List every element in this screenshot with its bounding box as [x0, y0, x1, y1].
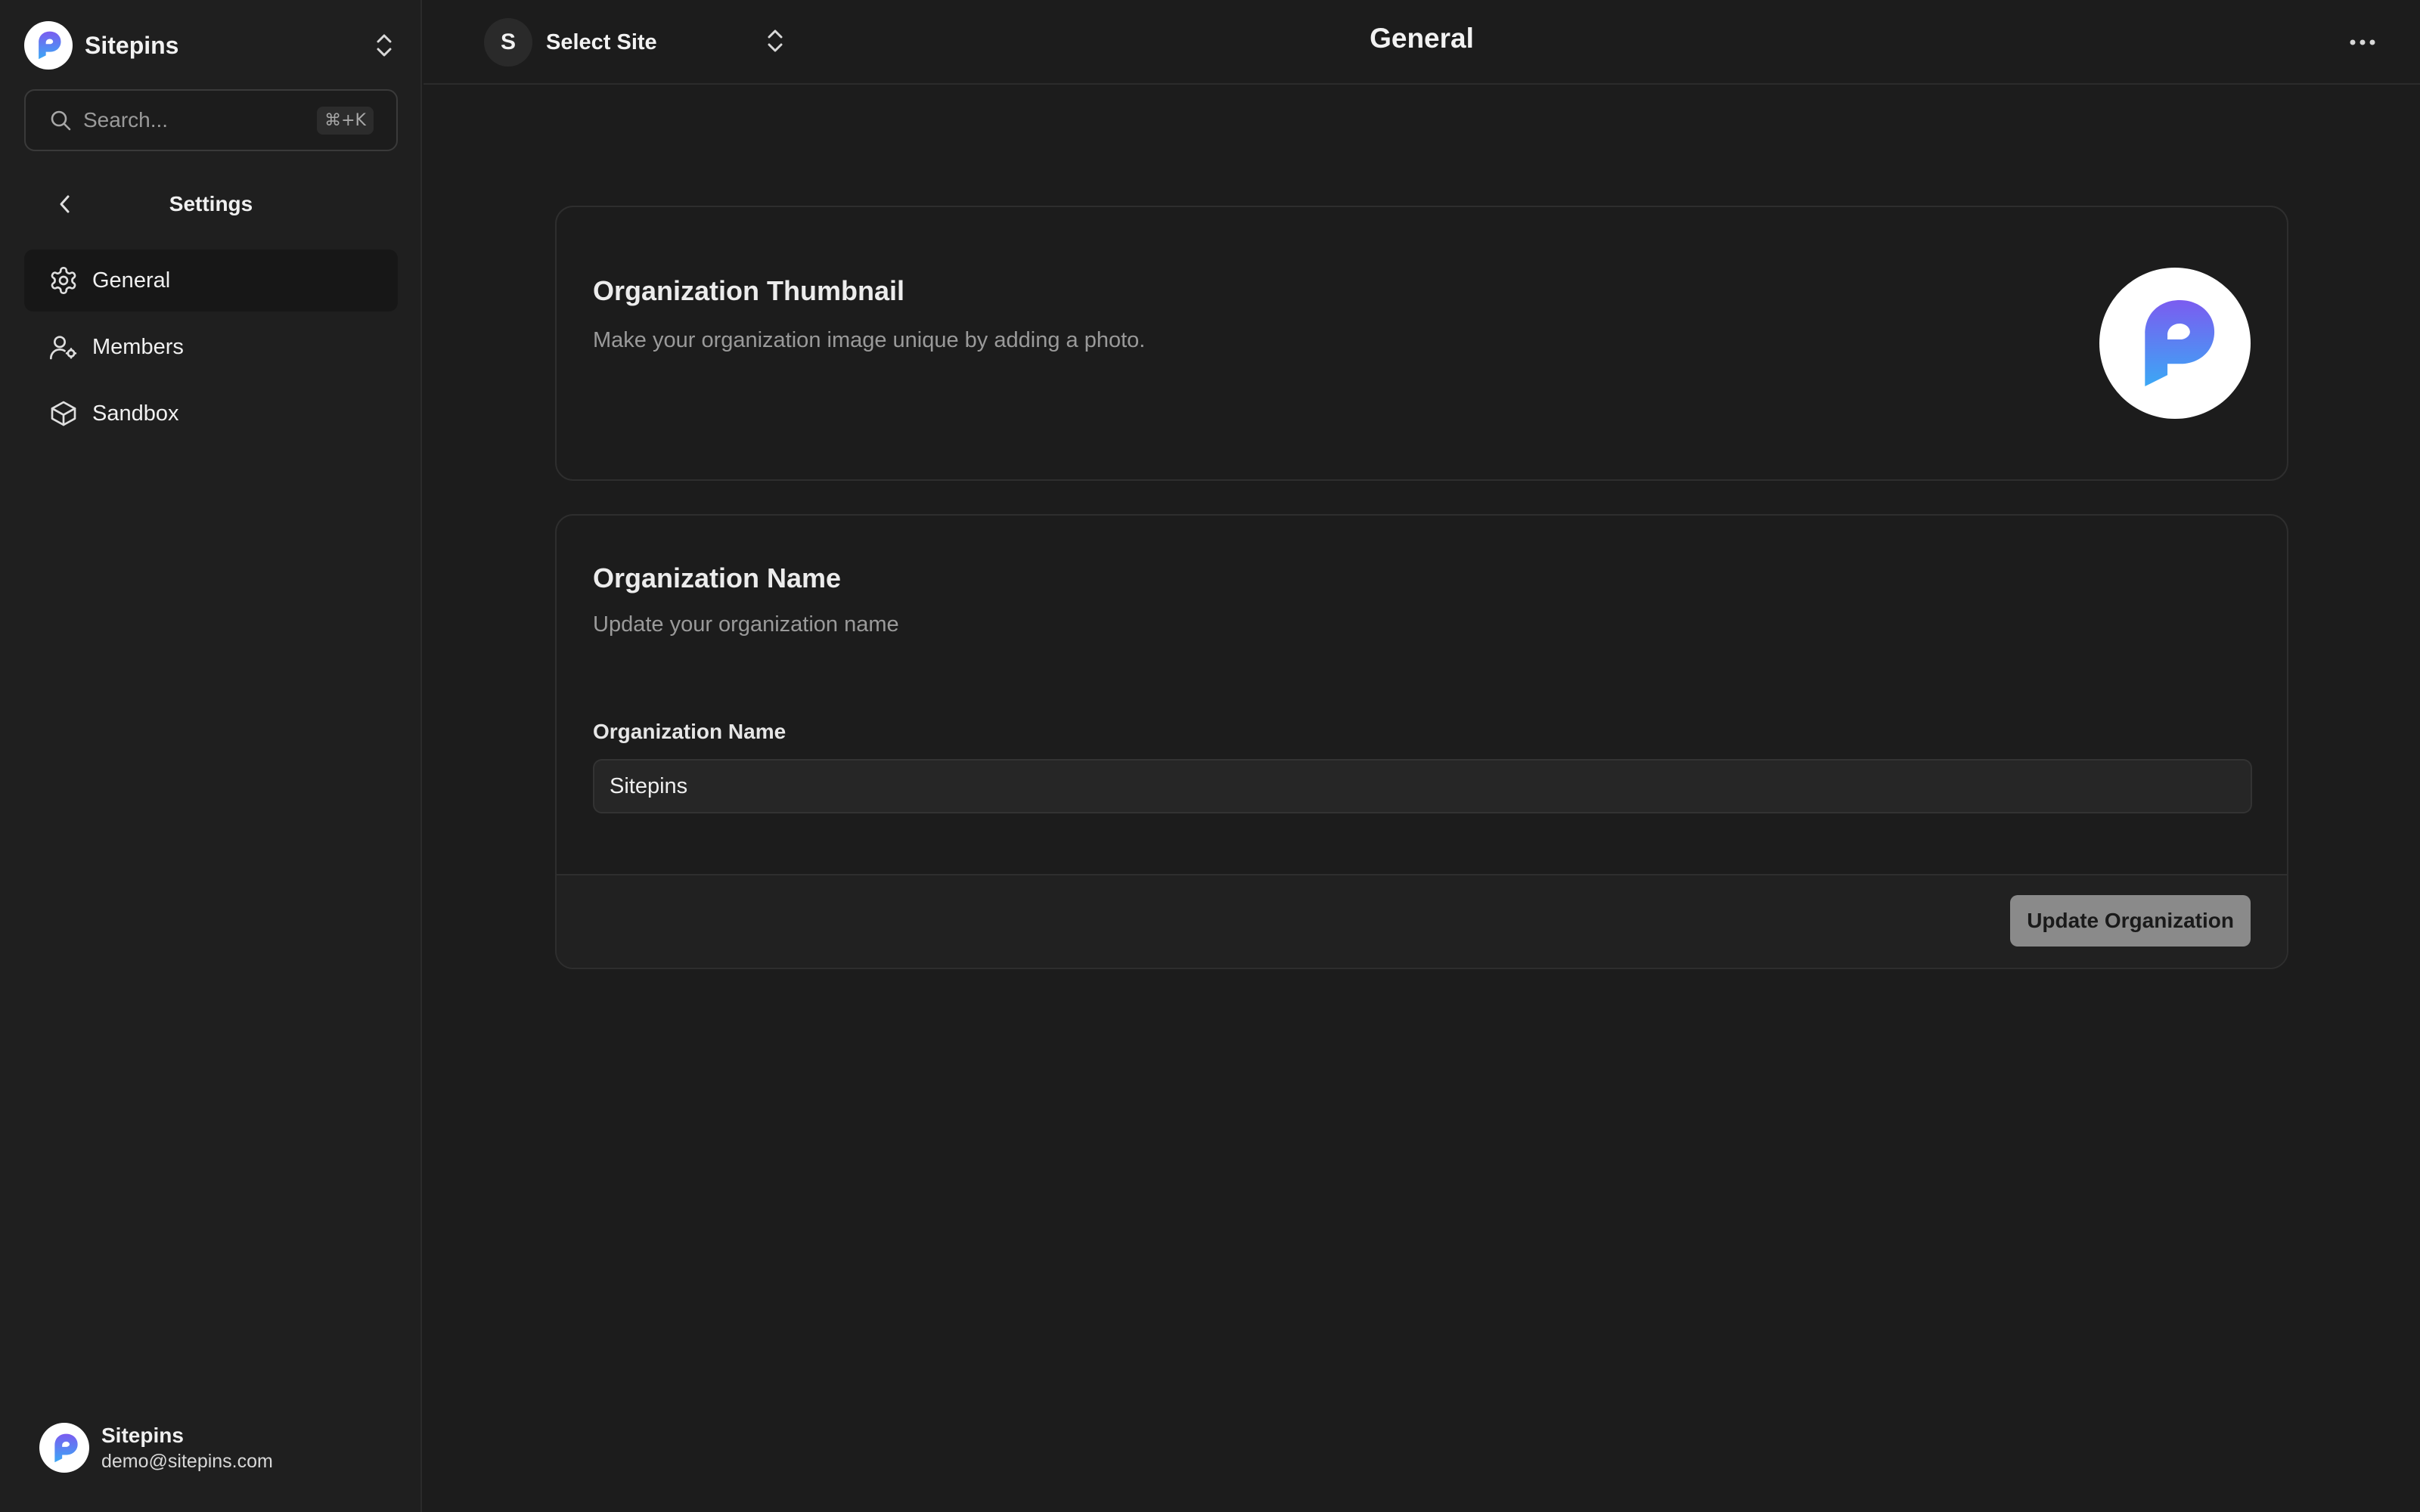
org-name: Sitepins: [85, 31, 179, 59]
chevron-left-icon[interactable]: [51, 191, 79, 218]
user-name: Sitepins: [101, 1423, 184, 1447]
card-description: Update your organization name: [593, 612, 899, 637]
organization-name-input[interactable]: [593, 759, 2252, 813]
org-switcher[interactable]: Sitepins: [24, 20, 398, 71]
sidebar-item-label: General: [92, 268, 171, 293]
settings-title: Settings: [169, 192, 253, 215]
user-settings-icon: [50, 336, 77, 360]
chevron-up-down-icon[interactable]: [371, 30, 398, 60]
update-organization-button[interactable]: Update Organization: [2010, 895, 2251, 947]
sidebar-item-sandbox[interactable]: Sandbox: [24, 383, 398, 445]
sidebar: Sitepins Search... ⌘+K Settings General: [0, 0, 422, 1512]
organization-name-label: Organization Name: [593, 720, 786, 743]
user-email: demo@sitepins.com: [101, 1450, 273, 1472]
organization-thumbnail-image[interactable]: [2099, 268, 2251, 419]
box-icon: [51, 401, 76, 426]
card-title: Organization Thumbnail: [593, 275, 904, 306]
search-placeholder: Search...: [83, 108, 169, 132]
gear-icon: [51, 267, 76, 294]
search-input[interactable]: Search... ⌘+K: [24, 89, 398, 151]
sitepins-logo-icon: [24, 21, 73, 70]
card-description: Make your organization image unique by a…: [593, 328, 1146, 352]
organization-name-card: Organization Name Update your organizati…: [555, 514, 2288, 969]
top-bar: S Select Site General: [424, 0, 2420, 85]
card-title: Organization Name: [593, 562, 842, 593]
card-footer: Update Organization: [557, 874, 2287, 968]
sidebar-item-label: Sandbox: [92, 401, 179, 426]
settings-header: Settings: [24, 181, 398, 227]
avatar: [39, 1423, 89, 1473]
sidebar-item-general[interactable]: General: [24, 249, 398, 311]
sidebar-item-label: Members: [92, 334, 184, 359]
organization-thumbnail-card: Organization Thumbnail Make your organiz…: [555, 206, 2288, 481]
settings-nav: General Members Sandbox: [24, 249, 398, 449]
more-options-icon[interactable]: [2346, 27, 2379, 57]
page-title: General: [1370, 23, 1474, 54]
search-shortcut-badge: ⌘+K: [317, 106, 374, 135]
sidebar-item-members[interactable]: Members: [24, 316, 398, 378]
search-icon: [51, 110, 71, 131]
user-profile[interactable]: Sitepins demo@sitepins.com: [39, 1423, 273, 1473]
